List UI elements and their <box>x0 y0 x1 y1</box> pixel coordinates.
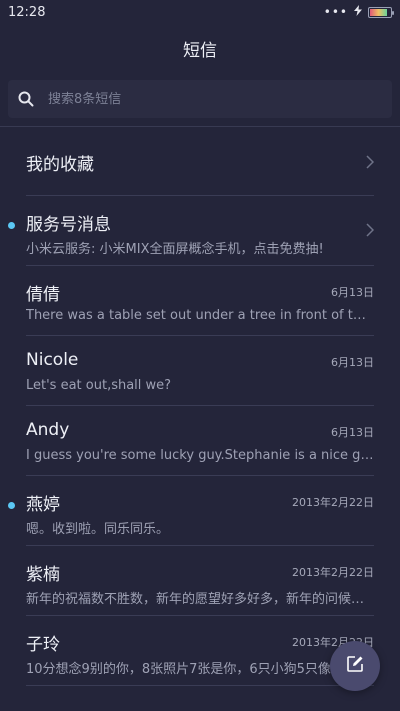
conversation-row[interactable]: 燕婷 2013年2月22日 嗯。收到啦。同乐同乐。 <box>0 476 400 546</box>
message-date: 6月13日 <box>331 426 374 439</box>
compose-icon <box>346 655 364 677</box>
service-preview: 小米云服务: 小米MIX全面屏概念手机，点击免费抽! <box>26 242 324 257</box>
signal-dots: ••• <box>323 5 348 19</box>
header: 短信 <box>0 24 400 72</box>
service-messages-row[interactable]: 服务号消息 小米云服务: 小米MIX全面屏概念手机，点击免费抽! <box>0 196 400 266</box>
service-name: 服务号消息 <box>26 215 111 235</box>
contact-name: 紫楠 <box>26 565 60 585</box>
compose-button[interactable] <box>330 641 380 691</box>
message-preview: 新年的祝福数不胜数，新年的愿望好多好多，新年的问候送给你 <box>26 592 374 607</box>
search-icon <box>18 91 34 107</box>
conversation-row[interactable]: Andy 6月13日 I guess you're some lucky guy… <box>0 406 400 476</box>
contact-name: Nicole <box>26 350 79 370</box>
message-date: 2013年2月22日 <box>292 566 374 579</box>
status-bar: 12:28 ••• <box>0 0 400 24</box>
conversation-row[interactable]: 紫楠 2013年2月22日 新年的祝福数不胜数，新年的愿望好多好多，新年的问候送… <box>0 546 400 616</box>
contact-name: 子玲 <box>26 635 60 655</box>
message-preview: There was a table set out under a tree i… <box>26 308 374 323</box>
bolt-icon <box>354 5 362 19</box>
conversation-row[interactable]: Nicole 6月13日 Let's eat out,shall we? <box>0 336 400 406</box>
contact-name: 燕婷 <box>26 495 60 515</box>
battery-level <box>370 8 387 16</box>
chevron-right-icon <box>366 222 375 237</box>
unread-indicator <box>8 502 15 509</box>
contact-name: 倩倩 <box>26 285 60 305</box>
status-time: 12:28 <box>8 4 46 20</box>
search-box[interactable] <box>8 80 392 118</box>
page-title: 短信 <box>183 40 217 61</box>
favorites-label: 我的收藏 <box>26 155 94 175</box>
battery-icon <box>368 6 394 18</box>
message-preview: I guess you're some lucky guy.Stephanie … <box>26 448 374 463</box>
message-date: 6月13日 <box>331 356 374 369</box>
unread-indicator <box>8 222 15 229</box>
contact-name: Andy <box>26 420 70 440</box>
message-preview: 10分想念9别的你，8张照片7张是你，6只小狗5只像你 <box>26 662 344 677</box>
search-input[interactable] <box>46 90 350 108</box>
message-preview: 嗯。收到啦。同乐同乐。 <box>26 522 170 537</box>
conversation-row[interactable]: 倩倩 6月13日 There was a table set out under… <box>0 266 400 336</box>
conversation-list: 我的收藏 服务号消息 小米云服务: 小米MIX全面屏概念手机，点击免费抽! 倩倩… <box>0 126 400 686</box>
message-preview: Let's eat out,shall we? <box>26 378 172 393</box>
message-date: 6月13日 <box>331 286 374 299</box>
message-date: 2013年2月22日 <box>292 496 374 509</box>
favorites-row[interactable]: 我的收藏 <box>0 126 400 196</box>
chevron-right-icon <box>366 154 375 169</box>
